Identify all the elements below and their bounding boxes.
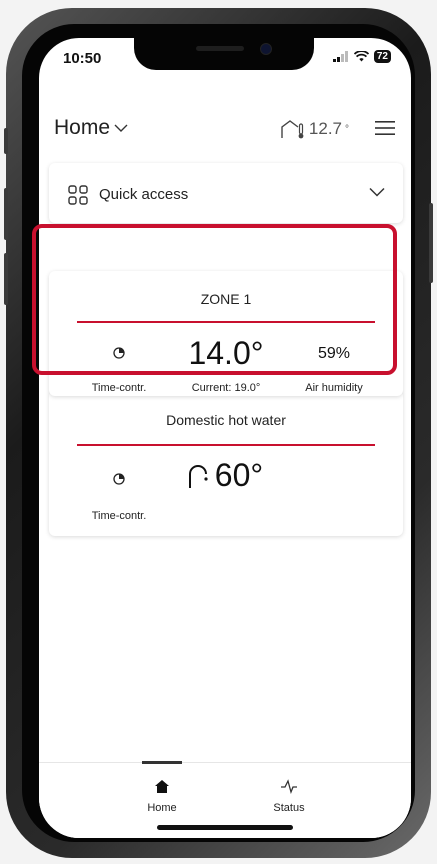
dhw-temperature: 60° bbox=[169, 457, 279, 494]
status-time: 10:50 bbox=[63, 50, 102, 67]
phone-notch bbox=[134, 38, 314, 70]
house-thermometer-icon bbox=[281, 120, 304, 139]
nav-home[interactable]: Home bbox=[122, 779, 202, 814]
clock-mode-icon bbox=[113, 473, 125, 485]
home-indicator bbox=[157, 825, 293, 830]
front-camera bbox=[260, 43, 272, 55]
power-button bbox=[429, 203, 433, 283]
quick-access-panel[interactable]: Quick access bbox=[49, 163, 403, 223]
app-bar: Home 12.7 ° bbox=[39, 108, 411, 148]
activity-icon bbox=[281, 779, 297, 795]
zone-highlight-outline bbox=[32, 224, 397, 375]
app-screen: 10:50 72 Home 12.7 ° Quick access Domest… bbox=[39, 38, 411, 838]
outdoor-temp-unit: ° bbox=[345, 123, 349, 135]
dhw-temp-value: 60° bbox=[214, 457, 264, 493]
battery-indicator: 72 bbox=[373, 50, 391, 63]
volume-up-button bbox=[4, 188, 8, 240]
zone-highlight-frame bbox=[32, 224, 411, 384]
bottom-nav: Home Status bbox=[39, 761, 411, 838]
mute-switch bbox=[4, 128, 8, 154]
speaker-grille bbox=[196, 46, 244, 51]
home-icon bbox=[155, 780, 169, 793]
home-selector[interactable]: Home bbox=[54, 116, 128, 140]
home-title: Home bbox=[54, 116, 111, 139]
quick-access-label: Quick access bbox=[99, 186, 189, 203]
chevron-down-icon bbox=[369, 187, 385, 197]
outdoor-temp-value: 12.7 bbox=[308, 119, 342, 138]
nav-status[interactable]: Status bbox=[249, 779, 329, 814]
dhw-mode bbox=[64, 472, 174, 490]
tap-icon bbox=[188, 464, 208, 488]
active-tab-indicator bbox=[142, 761, 182, 764]
signal-icon bbox=[332, 51, 348, 62]
chevron-down-icon bbox=[114, 124, 128, 132]
nav-home-label: Home bbox=[147, 802, 177, 814]
dhw-divider bbox=[77, 444, 375, 446]
grid-icon bbox=[68, 185, 88, 205]
dhw-title: Domestic hot water bbox=[166, 412, 286, 428]
outdoor-temperature[interactable]: 12.7 ° bbox=[280, 119, 349, 139]
status-icons: 72 bbox=[332, 50, 391, 63]
domestic-hot-water-card[interactable]: Domestic hot water Time-contr. 60° bbox=[49, 390, 403, 536]
hamburger-menu-icon[interactable] bbox=[375, 120, 395, 136]
volume-down-button bbox=[4, 253, 8, 305]
dhw-mode-label: Time-contr. bbox=[91, 510, 147, 522]
wifi-icon bbox=[353, 51, 369, 62]
nav-status-label: Status bbox=[273, 802, 305, 814]
